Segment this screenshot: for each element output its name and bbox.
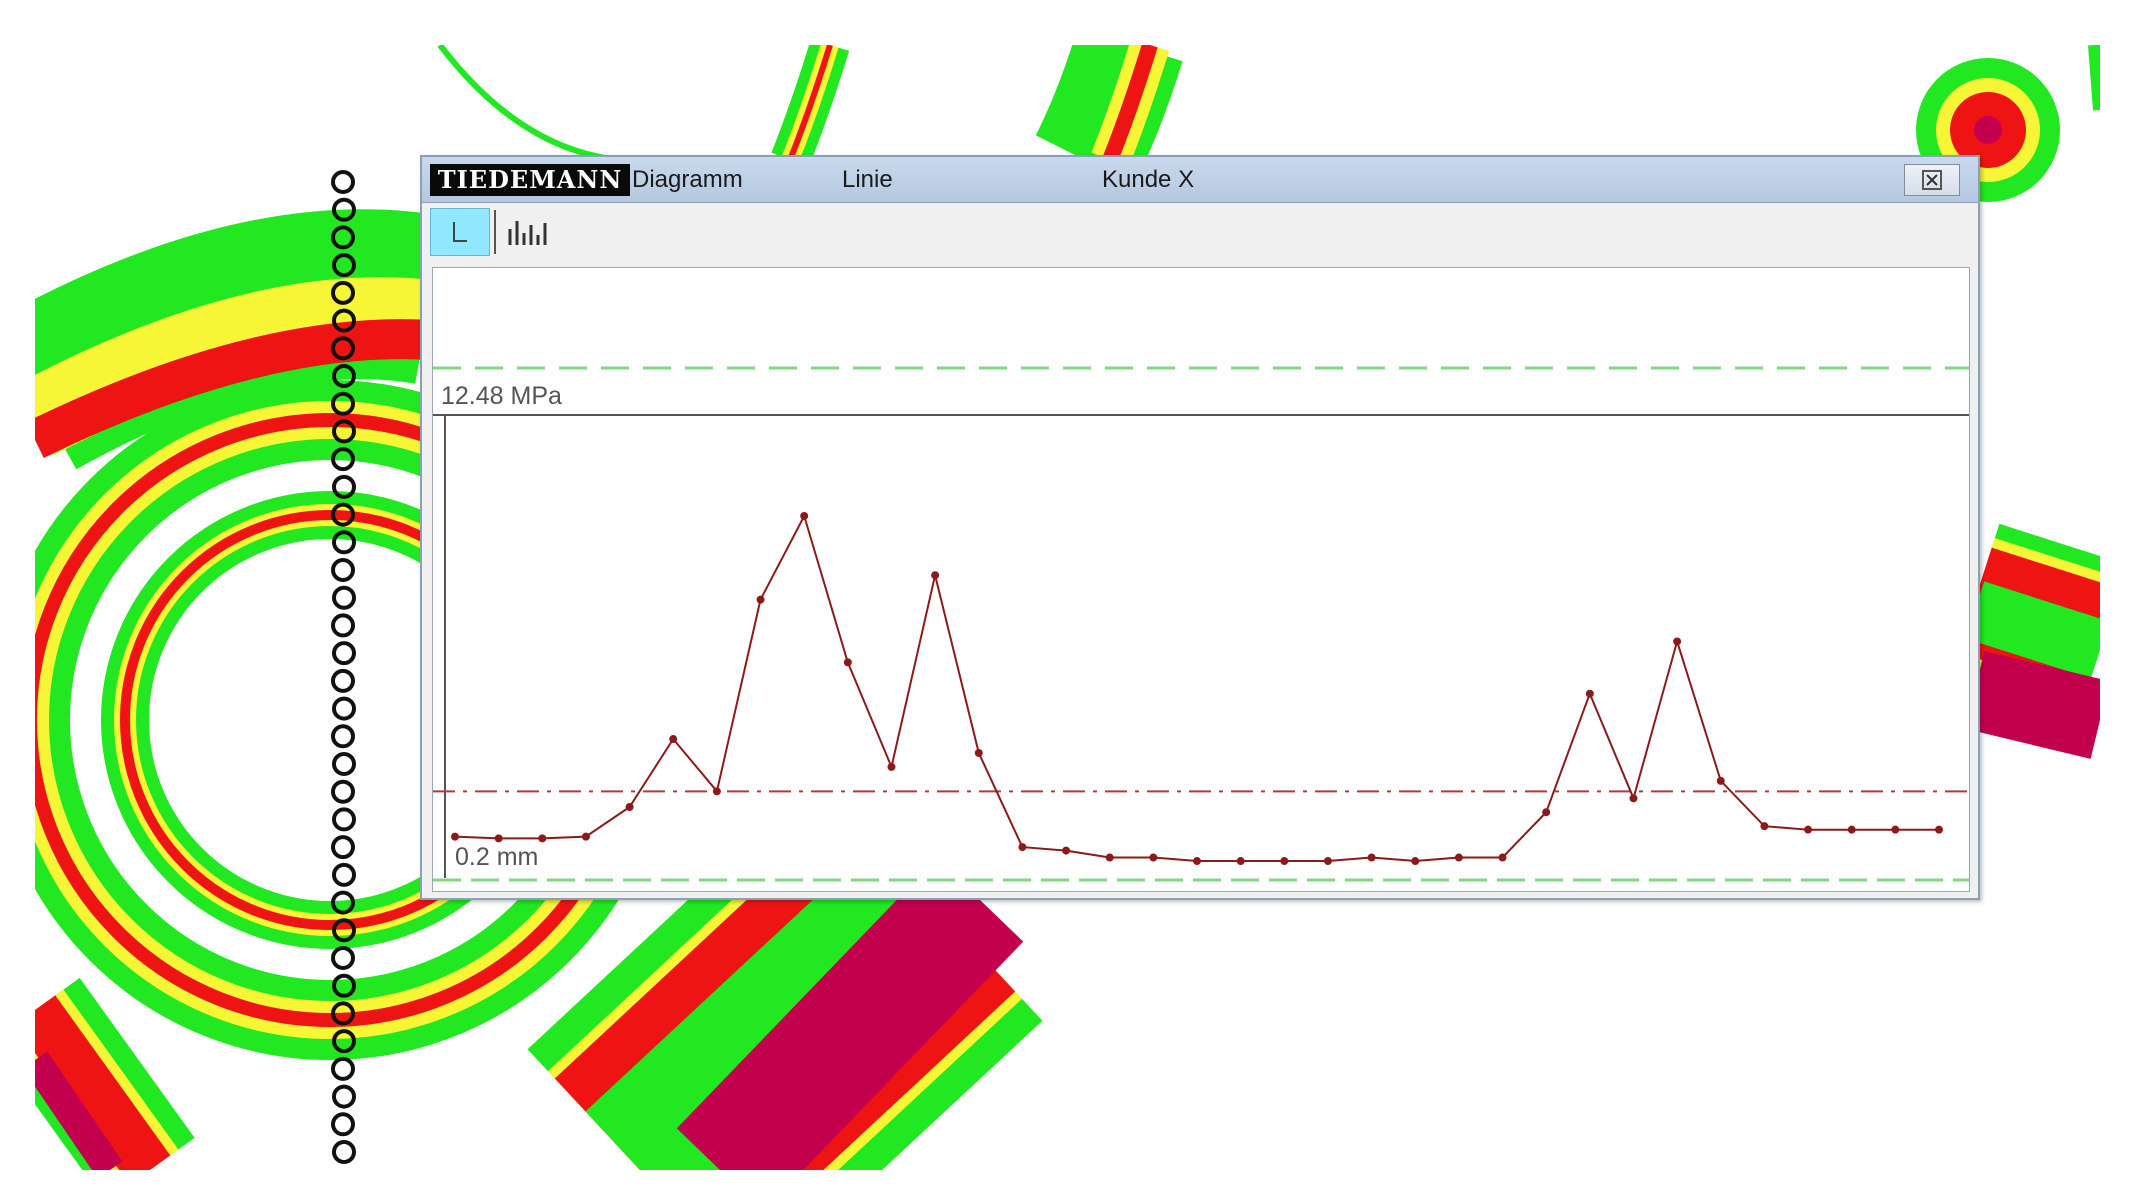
data-point	[1673, 637, 1682, 646]
measurement-bead	[332, 862, 356, 887]
data-point	[669, 735, 678, 744]
bar-chart-icon	[508, 221, 547, 245]
data-point	[1149, 853, 1158, 862]
close-box-icon	[1922, 170, 1942, 190]
data-point	[1716, 776, 1725, 785]
toolbar	[422, 204, 1978, 259]
measurement-bead	[331, 558, 355, 582]
line-view-button[interactable]	[430, 208, 490, 256]
data-point	[1411, 857, 1420, 866]
data-point	[843, 658, 852, 667]
series-line	[454, 513, 1939, 863]
measurement-bead	[331, 613, 355, 638]
measurement-bead	[332, 585, 356, 610]
data-point	[887, 762, 896, 771]
measurement-bead	[331, 946, 355, 970]
measurement-bead	[332, 1140, 356, 1164]
data-point	[1760, 822, 1769, 831]
data-point	[756, 595, 765, 604]
data-point	[625, 803, 634, 812]
data-point	[1367, 853, 1376, 862]
measurement-bead	[332, 474, 356, 499]
data-point	[1323, 857, 1332, 866]
data-point	[712, 787, 721, 796]
title-bar[interactable]: TIEDEMANN Diagramm Linie Kunde X	[422, 157, 1978, 203]
data-point	[974, 748, 983, 757]
data-point	[1542, 808, 1551, 817]
data-point	[1891, 825, 1900, 834]
measurement-bead	[331, 1001, 355, 1026]
data-point	[494, 834, 503, 843]
line-chart-panel: 12.48 MPa 0.2 mm	[432, 267, 1970, 892]
data-point	[1062, 846, 1071, 855]
bar-view-button[interactable]	[500, 208, 556, 256]
measurement-bead	[331, 779, 355, 804]
measurement-bead	[332, 253, 356, 278]
data-point	[1236, 857, 1245, 866]
data-point	[581, 832, 590, 841]
data-point	[1280, 857, 1289, 866]
data-point	[1847, 825, 1856, 834]
distance-label: 0.2 mm	[455, 843, 539, 871]
data-point	[1935, 825, 1943, 834]
data-point	[1629, 794, 1638, 803]
measurement-bead	[331, 1056, 355, 1081]
data-point	[538, 834, 547, 843]
menu-diagramm[interactable]: Diagramm	[632, 167, 743, 193]
measurement-bead	[332, 1029, 356, 1054]
measurement-bead	[332, 530, 356, 555]
diagram-window: TIEDEMANN Diagramm Linie Kunde X 12.48 M…	[420, 155, 1980, 900]
measurement-bead	[331, 280, 355, 305]
data-point	[1498, 853, 1507, 862]
data-point	[451, 832, 459, 841]
line-chart	[433, 366, 1969, 882]
measurement-bead	[332, 752, 356, 776]
measurement-bead	[332, 807, 356, 832]
data-point	[800, 511, 809, 520]
tiedemann-logo: TIEDEMANN	[430, 164, 630, 196]
measurement-bead	[332, 641, 356, 666]
menu-linie[interactable]: Linie	[842, 167, 893, 193]
toolbar-separator	[494, 210, 496, 254]
measurement-bead	[331, 668, 355, 693]
data-point	[931, 571, 940, 580]
measurement-bead	[332, 918, 356, 943]
data-point	[1454, 853, 1463, 862]
data-point	[1193, 857, 1201, 866]
measurement-bead	[331, 502, 355, 527]
measurement-bead	[331, 447, 355, 472]
measurement-bead	[331, 724, 355, 749]
data-point	[1018, 843, 1027, 852]
data-point	[1585, 689, 1594, 698]
measurement-bead	[332, 696, 356, 721]
data-point	[1105, 853, 1114, 862]
measurement-bead	[332, 308, 356, 333]
measurement-bead	[331, 835, 355, 860]
max-stress-label: 12.48 MPa	[441, 382, 562, 410]
measurement-bead	[331, 391, 355, 416]
close-button[interactable]	[1904, 164, 1960, 196]
measurement-bead	[332, 419, 356, 444]
line-chart-icon	[453, 222, 467, 242]
measurement-bead	[331, 1112, 355, 1137]
measurement-bead	[331, 170, 355, 194]
menu-kunde[interactable]: Kunde X	[1102, 167, 1194, 193]
measurement-bead	[332, 197, 356, 222]
measurement-bead	[331, 336, 355, 361]
measurement-bead	[332, 364, 356, 388]
measurement-bead	[332, 973, 356, 998]
measurement-bead	[331, 890, 355, 915]
measurement-bead	[332, 1084, 356, 1109]
data-point	[1804, 825, 1813, 834]
measurement-bead	[331, 225, 355, 250]
